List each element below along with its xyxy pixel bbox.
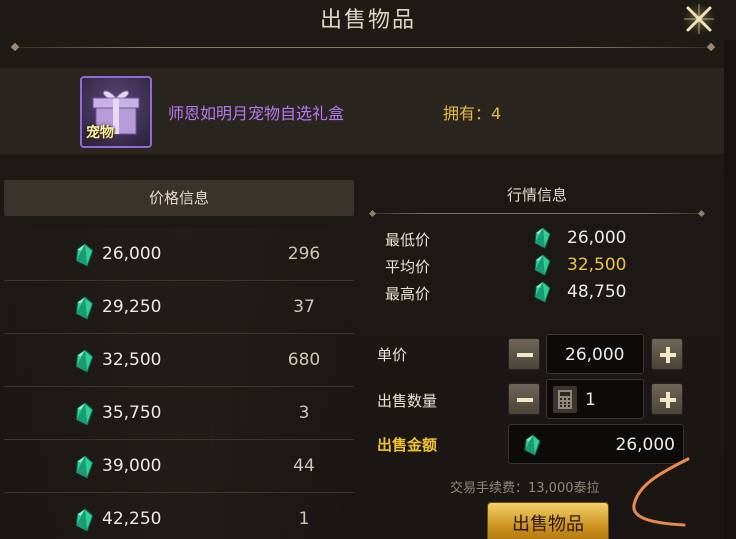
price-value: 42,250: [102, 509, 162, 529]
quantity-value: 1: [585, 390, 596, 410]
price-increase-button[interactable]: [651, 338, 683, 370]
plus-icon: [660, 347, 676, 363]
max-price-label: 最高价: [385, 285, 431, 303]
quantity-value: 680: [287, 350, 321, 370]
price-value: 29,250: [102, 297, 162, 317]
minus-icon: [517, 353, 533, 357]
calculator-icon[interactable]: [553, 386, 577, 413]
price-row[interactable]: 26,000 296: [4, 228, 354, 281]
price-row[interactable]: 35,750 3: [4, 387, 354, 440]
item-summary-bar: 宠物 师恩如明月宠物自选礼盒 拥有：4: [0, 68, 724, 154]
right-edge: [724, 40, 736, 539]
gem-icon: [74, 508, 94, 532]
gift-box-icon[interactable]: 宠物: [80, 76, 152, 148]
item-name: 师恩如明月宠物自选礼盒: [168, 104, 345, 123]
gem-icon: [74, 349, 94, 373]
gem-icon: [74, 455, 94, 479]
price-row[interactable]: 32,500 680: [4, 334, 354, 387]
price-value: 39,000: [102, 456, 162, 476]
quantity-decrease-button[interactable]: [508, 383, 540, 415]
gem-icon: [74, 402, 94, 426]
owned-count: 拥有：4: [443, 104, 502, 123]
annotation-arrow-icon: [632, 457, 690, 527]
quantity-value: 296: [287, 244, 321, 264]
gem-icon: [533, 254, 551, 276]
gem-icon: [74, 296, 94, 320]
price-list: 26,000 296 29,250 37 32,500 680 35,750 3 39,000 4…: [4, 228, 354, 539]
pet-tag: 宠物: [86, 125, 114, 141]
minus-icon: [517, 398, 533, 402]
unit-price-value: 26,000: [565, 345, 625, 365]
quantity-label: 出售数量: [377, 392, 438, 410]
quantity-value: 3: [298, 403, 310, 423]
quantity-value: 44: [293, 456, 315, 476]
market-divider: [372, 213, 702, 214]
dialog-title: 出售物品: [319, 8, 416, 33]
sell-item-dialog: 出售物品 宠物 师恩如明月宠物自选礼盒 拥有：4 价格信息 26,000 296…: [0, 0, 736, 539]
title-divider: [14, 47, 712, 48]
close-x-icon[interactable]: [682, 2, 716, 36]
market-info-header: 行情信息: [506, 186, 567, 204]
price-row[interactable]: 39,000 44: [4, 440, 354, 493]
avg-price-row: 平均价 32,500: [385, 254, 685, 278]
min-price-label: 最低价: [385, 231, 431, 249]
transaction-fee: 交易手续费：13,000泰拉: [450, 481, 600, 496]
price-decrease-button[interactable]: [508, 338, 540, 370]
avg-price-label: 平均价: [385, 258, 431, 276]
min-price-value: 26,000: [567, 228, 627, 248]
gem-icon: [533, 281, 551, 303]
price-row[interactable]: 42,250 1: [4, 493, 354, 539]
max-price-row: 最高价 48,750: [385, 281, 685, 305]
quantity-value: 1: [298, 509, 310, 529]
gem-icon: [74, 243, 94, 267]
gem-icon: [523, 434, 541, 461]
price-row[interactable]: 29,250 37: [4, 281, 354, 334]
sell-item-button[interactable]: 出售物品: [487, 502, 609, 539]
max-price-value: 48,750: [567, 282, 627, 302]
avg-price-value: 32,500: [567, 255, 627, 275]
gem-icon: [533, 227, 551, 249]
unit-price-label: 单价: [377, 346, 408, 364]
price-info-header: 价格信息: [4, 180, 354, 216]
plus-icon: [660, 392, 676, 408]
price-value: 32,500: [102, 350, 162, 370]
quantity-increase-button[interactable]: [651, 383, 683, 415]
min-price-row: 最低价 26,000: [385, 227, 685, 251]
price-value: 35,750: [102, 403, 162, 423]
total-amount-label: 出售金额: [377, 436, 438, 454]
price-value: 26,000: [102, 244, 162, 264]
unit-price-input[interactable]: 26,000: [546, 334, 644, 374]
total-amount-value: 26,000: [615, 435, 675, 455]
quantity-value: 37: [293, 297, 315, 317]
quantity-input[interactable]: 1: [546, 379, 644, 419]
